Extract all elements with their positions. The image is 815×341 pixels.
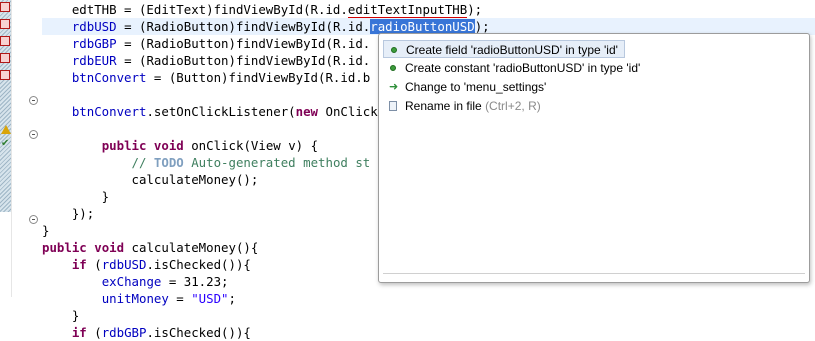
code-token: rdbUSD (101, 257, 147, 272)
error-marker-icon[interactable] (0, 19, 10, 29)
error-marker-icon[interactable] (0, 36, 10, 46)
code-token: public (42, 240, 87, 255)
code-token: .isChecked()){ (146, 257, 251, 272)
quickfix-label: Create field 'radioButtonUSD' in type 'i… (406, 43, 618, 57)
field-icon (391, 47, 397, 53)
code-token: new (295, 104, 319, 119)
code-token: edtTHB = (EditText)findViewById(R.id. (42, 2, 348, 17)
rename-icon (389, 101, 397, 111)
gutter-divider (11, 0, 12, 297)
code-token: TODO (153, 155, 184, 170)
code-token: ); (474, 19, 490, 34)
warning-marker-icon[interactable] (1, 125, 11, 134)
code-token: = 31.23; (161, 274, 229, 289)
code-token: = (Button)findViewById(R.id.b (146, 70, 371, 85)
code-token: Auto-generated method st (183, 155, 371, 170)
code-token: OnClick (318, 104, 378, 119)
quickfix-create-constant[interactable]: Create constant 'radioButtonUSD' in type… (383, 59, 646, 77)
code-token: if (71, 257, 87, 272)
code-token: } (42, 223, 50, 238)
code-token: unitMoney (101, 291, 169, 306)
error-marker-icon[interactable] (0, 70, 10, 80)
code-token: ; (228, 291, 236, 306)
code-token: } (42, 189, 110, 204)
code-token: } (42, 308, 80, 323)
code-token: rdbGBP (101, 325, 147, 340)
code-token: }); (42, 206, 95, 221)
code-token: void (153, 138, 184, 153)
code-line[interactable]: } (42, 307, 815, 324)
popup-status-separator (383, 273, 805, 274)
code-token: = (RadioButton)findViewById(R.id. (116, 53, 371, 68)
code-token: // (42, 155, 154, 170)
code-token: rdbUSD (42, 19, 117, 34)
error-marker-icon[interactable] (0, 2, 10, 12)
code-token: onClick(View v) { (183, 138, 319, 153)
code-token: = (RadioButton)findViewById(R.id. (116, 19, 371, 34)
quickfix-rename-in-file[interactable]: Rename in file (Ctrl+2, R) (383, 97, 547, 115)
quick-fix-popup: Create field 'radioButtonUSD' in type 'i… (378, 33, 810, 283)
selected-token: radioButtonUSD (370, 19, 475, 34)
code-token: "USD" (191, 291, 229, 306)
annotation-ruler: ✔ (0, 0, 11, 297)
code-token: ( (86, 257, 102, 272)
code-line[interactable]: unitMoney = "USD"; (42, 290, 815, 307)
code-token: btnConvert (42, 104, 147, 119)
error-token: editTextInputTHB (347, 2, 468, 18)
quickfix-label: Rename in file (405, 99, 482, 113)
code-token: rdbGBP (42, 36, 117, 51)
code-token: void (94, 240, 125, 255)
code-token: public (101, 138, 147, 153)
fold-toggle-icon[interactable] (29, 96, 38, 105)
quickfix-change-to[interactable]: ➜ Change to 'menu_settings' (383, 78, 552, 96)
code-token: calculateMoney(); (42, 172, 259, 187)
code-token: ); (467, 2, 483, 17)
fold-toggle-icon[interactable] (29, 215, 38, 224)
task-marker-icon[interactable]: ✔ (1, 139, 11, 149)
fold-toggle-icon[interactable] (29, 130, 38, 139)
code-line[interactable]: edtTHB = (EditText)findViewById(R.id.edi… (42, 1, 815, 18)
field-icon (390, 65, 396, 71)
quickfix-label: Create constant 'radioButtonUSD' in type… (405, 61, 641, 75)
code-token: .isChecked()){ (146, 325, 251, 340)
error-marker-icon[interactable] (0, 53, 10, 63)
code-line[interactable]: if (rdbGBP.isChecked()){ (42, 324, 815, 341)
code-token: .setOnClickListener( (146, 104, 296, 119)
code-token: if (71, 325, 87, 340)
quickfix-label: Change to 'menu_settings' (405, 80, 547, 94)
change-icon: ➜ (389, 80, 399, 93)
code-token: ( (86, 325, 102, 340)
code-token: rdbEUR (42, 53, 117, 68)
code-token: exChange (101, 274, 162, 289)
ruler-hatch (0, 0, 11, 212)
code-token: calculateMoney(){ (124, 240, 259, 255)
code-token: = (RadioButton)findViewById(R.id. (116, 36, 371, 51)
code-token: btnConvert (42, 70, 147, 85)
quickfix-create-field[interactable]: Create field 'radioButtonUSD' in type 'i… (383, 40, 625, 58)
code-token: = (168, 291, 192, 306)
shortcut-hint: (Ctrl+2, R) (485, 99, 541, 113)
